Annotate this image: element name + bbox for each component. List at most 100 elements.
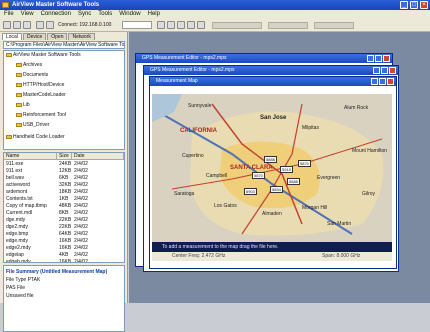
minimize-button[interactable] xyxy=(371,78,378,85)
app-title-bar: AirView Master Software Tools xyxy=(0,0,430,10)
maximize-button[interactable] xyxy=(381,67,388,74)
menu-sync[interactable]: Sync xyxy=(78,11,91,18)
map-label-san-jose: San Jose xyxy=(260,115,287,121)
file-row[interactable]: Contents.txt 1KB 2/4/02 xyxy=(4,196,124,203)
file-name: 911.exe xyxy=(6,161,24,167)
file-row[interactable]: bell.wav 6KB 2/4/02 xyxy=(4,175,124,182)
file-name: Current.mdl xyxy=(6,210,33,216)
file-date: 2/4/02 xyxy=(74,168,88,174)
close-button[interactable]: × xyxy=(420,1,428,9)
file-row[interactable]: edge.bmp 64KB 2/4/02 xyxy=(4,231,124,238)
menu-window[interactable]: Window xyxy=(119,11,140,18)
file-list[interactable]: Name Size Date 911.exe 24KB 2/4/02 911 ext 1… xyxy=(3,152,125,263)
file-size: 12KB xyxy=(59,168,72,174)
open-folder-icon[interactable] xyxy=(3,21,11,29)
file-row[interactable]: dge.mdy 22KB 2/4/02 xyxy=(4,217,124,224)
close-button[interactable] xyxy=(387,78,394,85)
file-row[interactable]: 911.exe 24KB 2/4/02 xyxy=(4,161,124,168)
measurement-marker[interactable]: 6903 xyxy=(244,188,257,195)
column-date[interactable]: Date xyxy=(72,153,124,159)
file-size: 6KB xyxy=(59,175,69,181)
pane-tabs: Local Device Open Network xyxy=(2,33,95,40)
address-combo[interactable] xyxy=(122,21,152,29)
minimize-button[interactable]: _ xyxy=(400,1,408,9)
print-icon[interactable] xyxy=(23,21,31,29)
close-button[interactable] xyxy=(383,55,390,62)
close-button[interactable] xyxy=(389,67,396,74)
sync-icon[interactable] xyxy=(46,21,54,29)
file-date: 2/4/02 xyxy=(74,210,88,216)
measurement-marker[interactable]: 5870 xyxy=(252,172,265,179)
menu-file[interactable]: File xyxy=(4,11,14,18)
folder-tree[interactable]: AirView Master Software Tools Archives D… xyxy=(3,50,125,150)
file-row[interactable]: Current.mdl 8KB 2/4/02 xyxy=(4,210,124,217)
measurement-marker[interactable]: 5888 xyxy=(264,156,277,163)
map-label-saratoga: Saratoga xyxy=(174,191,195,197)
column-size[interactable]: Size xyxy=(57,153,72,159)
tab-device[interactable]: Device xyxy=(22,33,47,40)
map-label-cupertino: Cupertino xyxy=(182,153,204,159)
file-row[interactable]: edgelap 4KB 2/4/02 xyxy=(4,252,124,259)
menu-view[interactable]: View xyxy=(21,11,34,18)
maximize-button[interactable] xyxy=(379,78,386,85)
file-size: 48KB xyxy=(59,203,72,209)
file-row[interactable]: edge2.mdy 16KB 2/4/02 xyxy=(4,245,124,252)
measurement-marker[interactable]: 5894 xyxy=(270,186,283,193)
file-date: 2/4/02 xyxy=(74,175,88,181)
folder-icon xyxy=(16,112,22,117)
file-date: 2/4/02 xyxy=(74,231,88,237)
tree-item[interactable]: Handheld Code Loader xyxy=(6,134,65,140)
tab-local[interactable]: Local xyxy=(2,33,22,40)
tree-item[interactable]: AirView Master Software Tools xyxy=(6,52,81,58)
file-row[interactable]: activeword 32KB 2/4/02 xyxy=(4,182,124,189)
menu-tools[interactable]: Tools xyxy=(98,11,112,18)
maximize-button[interactable] xyxy=(375,55,382,62)
window-title: Measurement Map xyxy=(150,77,396,86)
map-status-bar: Center Freq: 2.472 GHz Span: 8.000 GHz xyxy=(152,252,392,261)
file-summary-panel: File Summary (Untitled Measurement Map) … xyxy=(3,265,125,332)
forward-icon[interactable] xyxy=(167,21,175,29)
refresh-icon[interactable] xyxy=(197,21,205,29)
file-date: 2/4/02 xyxy=(74,259,88,263)
file-date: 2/4/02 xyxy=(74,224,88,230)
menu-help[interactable]: Help xyxy=(148,11,160,18)
file-row[interactable]: 911 ext 12KB 2/4/02 xyxy=(4,168,124,175)
folder-icon xyxy=(16,82,22,87)
file-row[interactable]: dge2.mdy 22KB 2/4/02 xyxy=(4,224,124,231)
save-icon[interactable] xyxy=(13,21,21,29)
tab-network[interactable]: Network xyxy=(68,33,95,40)
measurement-marker[interactable]: 5870 xyxy=(298,160,311,167)
back-icon[interactable] xyxy=(157,21,165,29)
tab-open[interactable]: Open xyxy=(47,33,68,40)
minimize-button[interactable] xyxy=(373,67,380,74)
minimize-button[interactable] xyxy=(367,55,374,62)
tree-item[interactable]: Reinforcement Tool xyxy=(16,112,66,118)
maximize-button[interactable]: □ xyxy=(410,1,418,9)
measurement-marker[interactable]: 5888 xyxy=(287,178,300,185)
tree-item[interactable]: Archives xyxy=(16,62,42,68)
file-size: 16KB xyxy=(59,238,72,244)
file-row[interactable]: edge.mdy 16KB 2/4/02 xyxy=(4,238,124,245)
tree-item[interactable]: Lib xyxy=(16,102,30,108)
file-name: edge.mdy xyxy=(6,238,28,244)
file-row[interactable]: edgeb.mdy 16KB 2/4/02 xyxy=(4,259,124,263)
tree-item[interactable]: MasterCodeLoader xyxy=(16,92,66,98)
menu-connection[interactable]: Connection xyxy=(41,11,71,18)
tree-item[interactable]: HTTP/Host/Device xyxy=(16,82,64,88)
file-row[interactable]: ardemont 18KB 2/4/02 xyxy=(4,189,124,196)
file-row[interactable]: Copy of map.tbmp 48KB 2/4/02 xyxy=(4,203,124,210)
connect-label[interactable]: Connect: 192.168.0.100 xyxy=(58,22,111,28)
tree-item[interactable]: USB_Driver xyxy=(16,122,49,128)
properties-icon[interactable] xyxy=(187,21,195,29)
measurement-marker[interactable]: 5919 xyxy=(280,166,293,173)
tree-item[interactable]: Documents xyxy=(16,72,48,78)
app-icon xyxy=(2,2,9,8)
file-name: edgeb.mdy xyxy=(6,259,31,263)
path-field[interactable]: C:\Program Files\AirView Master\AirView … xyxy=(3,41,125,49)
delete-icon[interactable] xyxy=(177,21,185,29)
copy-icon[interactable] xyxy=(36,21,44,29)
measurement-map[interactable]: CALIFORNIA San Jose SANTA CLARA Milpitas… xyxy=(152,94,392,242)
column-name[interactable]: Name xyxy=(4,153,57,159)
map-label-sunnyvale: Sunnyvale xyxy=(188,103,212,109)
file-name: dge.mdy xyxy=(6,217,26,223)
